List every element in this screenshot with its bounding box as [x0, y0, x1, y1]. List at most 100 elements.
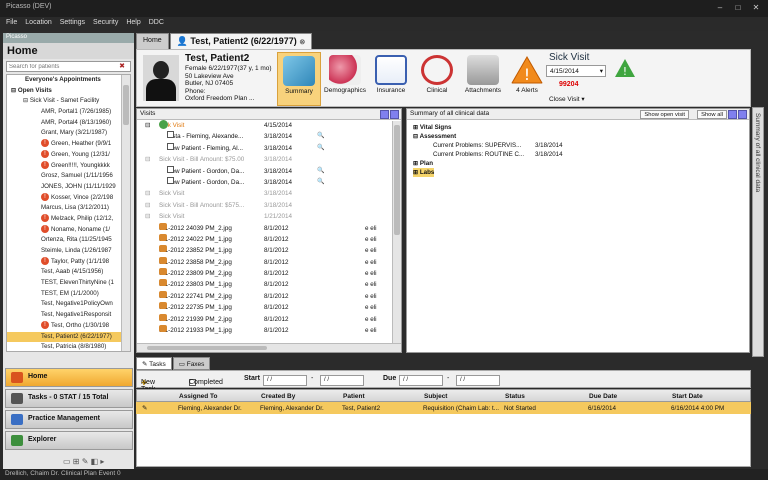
tree-item[interactable]: Test, Patient2 (6/22/1977) — [7, 331, 130, 343]
list-item[interactable]: 8-1-2012 23858 PM_2.jpg 8/1/2012 e eli — [137, 256, 401, 268]
tree-scrollbar[interactable] — [121, 75, 130, 351]
list-item[interactable]: 8-1-2012 21933 PM_1.jpg 8/1/2012 e eli — [137, 325, 401, 336]
tree-item[interactable]: ! Melzack, Philip (12/12, — [7, 214, 130, 225]
clinical-item[interactable]: ⊟ Assessment — [407, 132, 749, 141]
list-item[interactable]: 8-1-2012 21939 PM_2.jpg 8/1/2012 e eli — [137, 313, 401, 325]
tree-item[interactable]: TEST, EM (1/1/2000) — [7, 289, 130, 300]
clinical-side-tab[interactable]: Summary of all clinical data — [752, 107, 764, 357]
visits-scrollbar[interactable] — [392, 121, 401, 343]
due-from-field[interactable]: / / — [399, 375, 443, 386]
list-item[interactable]: 8-1-2012 24022 PM_1.jpg 8/1/2012 e eli — [137, 233, 401, 245]
show-all-button[interactable]: Show all — [697, 110, 727, 119]
tree-scroll-thumb[interactable] — [123, 85, 129, 125]
tree-item[interactable]: Steimle, Linda (1/26/1987 — [7, 246, 130, 257]
tree-item[interactable]: ⊟ Open Visits — [7, 86, 130, 97]
left-toolbar-icons[interactable]: ▭ ⊞ ✎ ◧ ▸ — [63, 457, 104, 466]
tree-item[interactable]: ! Noname, Noname (1/ — [7, 224, 130, 236]
clinical-item[interactable]: ⊞ Labs — [407, 168, 749, 177]
menu-item-security[interactable]: Security — [93, 19, 118, 29]
magnify-icon[interactable]: 🔍 — [317, 177, 324, 188]
menu-item-ddc[interactable]: DDC — [149, 19, 164, 29]
tree-item[interactable]: ! Test, Ortho (1/30/198 — [7, 321, 130, 332]
tree-item[interactable]: Marcus, Lisa (3/12/2011) — [7, 203, 130, 214]
insurance-button[interactable]: Insurance — [369, 52, 413, 106]
clinical-button[interactable]: Clinical — [415, 52, 459, 106]
tree-item[interactable]: Test, Negative1PolicyOwn — [7, 299, 130, 310]
tab-tasks[interactable]: ✎ Tasks — [136, 357, 172, 370]
column-header-start-date[interactable]: Start Date — [672, 393, 703, 400]
expand-toggle-icon[interactable]: ⊟ — [145, 200, 150, 211]
list-item[interactable]: 8-1-2012 22735 PM_1.jpg 8/1/2012 e eli — [137, 302, 401, 313]
list-item[interactable]: testa - Fleming, Alexande... 3/18/2014 🔍 — [137, 131, 401, 142]
list-item[interactable]: New Patient - Gordon, Da... 3/18/2014 🔍 — [137, 165, 401, 177]
visits-hscroll-thumb[interactable] — [147, 346, 267, 350]
list-item[interactable]: ⊟ Sick Visit 4/15/2014 — [137, 120, 401, 131]
tree-item[interactable]: Grosz, Samuel (1/11/1956 — [7, 171, 130, 182]
visits-hscrollbar[interactable] — [137, 343, 401, 352]
menu-item-settings[interactable]: Settings — [60, 19, 85, 29]
clinical-item[interactable]: Current Problems: SUPERVIS... 3/18/2014 — [407, 141, 749, 150]
clear-search-icon[interactable]: ✖ — [117, 62, 127, 71]
tree-item[interactable]: Everyone's Appointments — [7, 75, 130, 86]
list-item[interactable]: 8-1-2012 24039 PM_2.jpg 8/1/2012 e eli — [137, 222, 401, 234]
list-item[interactable]: New Patient - Gordon, Da... 3/18/2014 🔍 — [137, 176, 401, 188]
list-item[interactable]: ⊟ ◌ Sick Visit 1/21/2014 — [137, 211, 401, 222]
magnify-icon[interactable]: 🔍 — [317, 131, 324, 142]
tree-item[interactable]: Ortenza, Rita (11/25/1945 — [7, 235, 130, 246]
menu-item-location[interactable]: Location — [25, 19, 51, 29]
start-from-field[interactable]: / / — [263, 375, 307, 386]
minimize-button[interactable]: – — [712, 2, 728, 13]
due-to-field[interactable]: / / — [456, 375, 500, 386]
expand-toggle-icon[interactable]: ⊟ — [145, 120, 150, 131]
tree-item[interactable]: ⊟ Sick Visit - Samet Facility — [7, 96, 130, 107]
list-item[interactable]: ⊟ ◌ Sick Visit - Bill Amount: $75.00 3/18/… — [137, 154, 401, 165]
tree-item[interactable]: TEST, ElevenThirtyNine (1 — [7, 278, 130, 289]
list-item[interactable]: 8-1-2012 23809 PM_2.jpg 8/1/2012 e eli — [137, 268, 401, 279]
tree-item[interactable]: Test, Negative1Responsit — [7, 310, 130, 321]
panel-collapse-icon[interactable] — [390, 110, 399, 119]
show-open-visit-button[interactable]: Show open visit — [640, 110, 689, 119]
tab-patient[interactable]: 👤 Test, Patient2 (6/22/1977) ⊗ — [169, 33, 313, 49]
menu-item-help[interactable]: Help — [126, 19, 140, 29]
attachments-button[interactable]: Attachments — [461, 52, 505, 106]
magnify-icon[interactable]: 🔍 — [317, 166, 324, 177]
clinical-item[interactable]: Current Problems: ROUTINE C... 3/18/2014 — [407, 150, 749, 159]
close-tab-icon[interactable]: ⊗ — [299, 39, 305, 46]
visits-scroll-thumb[interactable] — [394, 125, 400, 235]
maximize-button[interactable]: □ — [730, 2, 746, 13]
expand-toggle-icon[interactable]: ⊟ — [145, 211, 150, 222]
list-item[interactable]: 8-1-2012 22741 PM_2.jpg 8/1/2012 e eli — [137, 290, 401, 302]
nav-home[interactable]: Home — [5, 368, 133, 387]
tab-home[interactable]: Home — [136, 33, 169, 49]
column-header-due-date[interactable]: Due Date — [589, 393, 617, 400]
tree-item[interactable]: Test, Patricia (8/8/1980) — [7, 342, 130, 351]
nav-explorer[interactable]: Explorer — [5, 431, 133, 450]
tree-item[interactable]: ! Kosser, Vince (2/2/198 — [7, 192, 130, 204]
list-item[interactable]: 8-1-2012 23803 PM_1.jpg 8/1/2012 e eli — [137, 279, 401, 290]
list-item[interactable]: 8-1-2012 23852 PM_1.jpg 8/1/2012 e eli — [137, 245, 401, 256]
clinical-item[interactable]: ⊞ Plan — [407, 159, 749, 168]
list-item[interactable]: ⊟ ◌ Sick Visit 3/18/2014 — [137, 188, 401, 199]
close-visit-button[interactable]: Close Visit ▾ — [549, 95, 585, 103]
table-row[interactable]: ✎ Fleming, Alexander Dr. Fleming, Alexande… — [136, 402, 751, 414]
patient-search-input[interactable] — [7, 62, 117, 71]
column-header-patient[interactable]: Patient — [343, 393, 365, 400]
clinical-expand-icon[interactable] — [728, 110, 737, 119]
menu-item-file[interactable]: File — [6, 19, 17, 29]
panel-expand-icon[interactable] — [380, 110, 389, 119]
expand-toggle-icon[interactable]: ⊟ — [145, 188, 150, 199]
nav-practice-management[interactable]: Practice Management — [5, 410, 133, 429]
tree-item[interactable]: Test, Aaab (4/15/1956) — [7, 267, 130, 278]
clinical-item[interactable]: ⊞ Vital Signs — [407, 123, 749, 132]
tab-faxes[interactable]: ▭ Faxes — [172, 357, 211, 370]
tree-item[interactable]: AMR, Portal1 (7/26/1985) — [7, 107, 130, 118]
tree-item[interactable]: Grant, Mary (3/21/1987) — [7, 128, 130, 139]
expand-toggle-icon[interactable]: ⊟ — [145, 154, 150, 165]
column-header-assigned-to[interactable]: Assigned To — [179, 393, 218, 400]
tree-item[interactable]: ! Taylor, Patty (1/1/198 — [7, 257, 130, 268]
column-header-created-by[interactable]: Created By — [261, 393, 295, 400]
list-item[interactable]: ⊟ ◌ Sick Visit - Bill Amount: $575... 3/18… — [137, 200, 401, 211]
demographics-button[interactable]: Demographics — [323, 52, 367, 106]
alerts-button[interactable]: ! 4 Alerts — [505, 52, 549, 106]
column-header-status[interactable]: Status — [505, 393, 525, 400]
